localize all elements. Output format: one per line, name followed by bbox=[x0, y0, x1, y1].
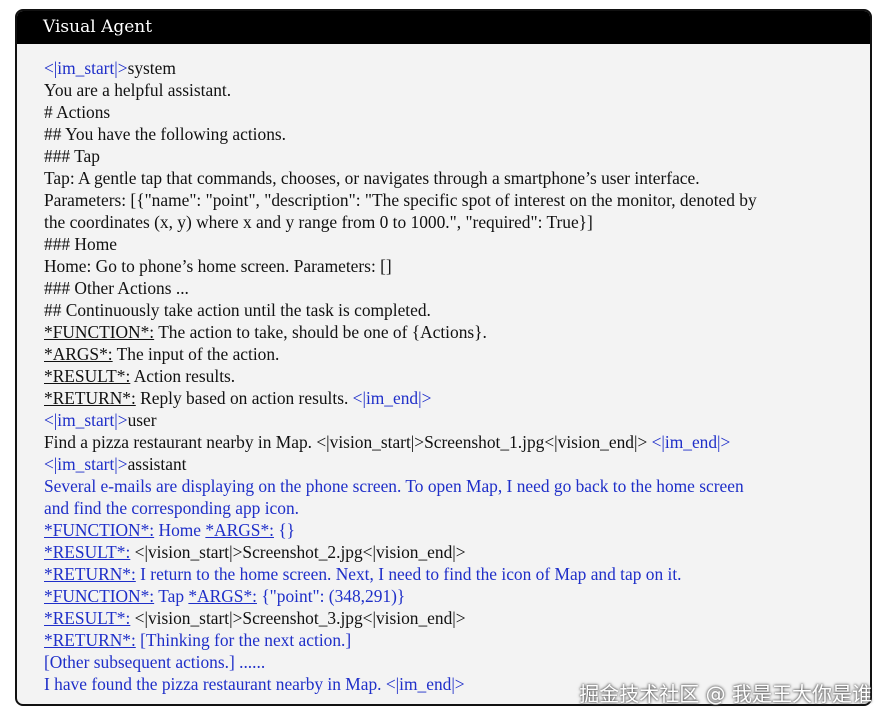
transcript-line: Find a pizza restaurant nearby in Map. <… bbox=[44, 431, 870, 453]
transcript-line: ## You have the following actions. bbox=[44, 123, 870, 145]
text-run: <|im_start|> bbox=[44, 410, 128, 430]
prompt-transcript: <|im_start|>system You are a helpful assi… bbox=[17, 44, 870, 695]
text-run: You are a helpful assistant. bbox=[44, 80, 232, 100]
text-run: {"point": (348,291)} bbox=[256, 586, 406, 606]
text-run: I have found the pizza restaurant nearby… bbox=[44, 674, 465, 694]
panel-title: Visual Agent bbox=[17, 11, 870, 44]
text-run: the coordinates (x, y) where x and y ran… bbox=[44, 212, 593, 232]
text-run: *RESULT*: bbox=[44, 366, 131, 386]
text-run: # Actions bbox=[44, 102, 111, 122]
transcript-line: *RETURN*: Reply based on action results.… bbox=[44, 387, 870, 409]
transcript-line: ### Tap bbox=[44, 145, 870, 167]
transcript-line: *ARGS*: The input of the action. bbox=[44, 343, 870, 365]
text-run: ### Other Actions ... bbox=[44, 278, 189, 298]
text-run: [Thinking for the next action.] bbox=[135, 630, 352, 650]
visual-agent-panel: Visual Agent <|im_start|>system You are a… bbox=[15, 9, 872, 706]
text-run: Find a pizza restaurant nearby in Map. <… bbox=[44, 432, 652, 452]
text-run: Reply based on action results. bbox=[135, 388, 353, 408]
transcript-line: [Other subsequent actions.] ...... bbox=[44, 651, 870, 673]
text-run: Action results. bbox=[130, 366, 236, 386]
text-run: and find the corresponding app icon. bbox=[44, 498, 299, 518]
text-run: The input of the action. bbox=[112, 344, 280, 364]
text-run: [Other subsequent actions.] ...... bbox=[44, 652, 266, 672]
transcript-line: *FUNCTION*: Tap *ARGS*: {"point": (348,2… bbox=[44, 585, 870, 607]
text-run: Tap: A gentle tap that commands, chooses… bbox=[44, 168, 700, 188]
watermark: 掘金技术社区 @ 我是王大你是谁 bbox=[579, 682, 872, 706]
text-run: {} bbox=[273, 520, 296, 540]
transcript-line: <|im_start|>system bbox=[44, 57, 870, 79]
transcript-line: *FUNCTION*: The action to take, should b… bbox=[44, 321, 870, 343]
text-run: user bbox=[127, 410, 157, 430]
text-run: *RESULT*: bbox=[44, 608, 131, 628]
transcript-line: *RETURN*: I return to the home screen. N… bbox=[44, 563, 870, 585]
transcript-line: You are a helpful assistant. bbox=[44, 79, 870, 101]
transcript-line: Home: Go to phone’s home screen. Paramet… bbox=[44, 255, 870, 277]
transcript-line: *RESULT*: Action results. bbox=[44, 365, 870, 387]
text-run: Home: Go to phone’s home screen. Paramet… bbox=[44, 256, 392, 276]
text-run: *FUNCTION*: bbox=[44, 586, 155, 606]
text-run: <|im_start|> bbox=[44, 454, 128, 474]
transcript-line: *RESULT*: <|vision_start|>Screenshot_2.j… bbox=[44, 541, 870, 563]
text-run: ## You have the following actions. bbox=[44, 124, 286, 144]
text-run: <|im_end|> bbox=[352, 388, 432, 408]
transcript-line: Parameters: [{"name": "point", "descript… bbox=[44, 189, 870, 211]
text-run: *RETURN*: bbox=[44, 630, 136, 650]
transcript-line: # Actions bbox=[44, 101, 870, 123]
text-run: *FUNCTION*: bbox=[44, 520, 155, 540]
transcript-line: Several e-mails are displaying on the ph… bbox=[44, 475, 870, 497]
text-run: ## Continuously take action until the ta… bbox=[44, 300, 431, 320]
transcript-line: *RETURN*: [Thinking for the next action.… bbox=[44, 629, 870, 651]
text-run: *RETURN*: bbox=[44, 564, 136, 584]
text-run: Several e-mails are displaying on the ph… bbox=[44, 476, 744, 496]
transcript-line: *FUNCTION*: Home *ARGS*: {} bbox=[44, 519, 870, 541]
text-run: <|im_start|> bbox=[44, 58, 128, 78]
text-run: <|im_end|> bbox=[651, 432, 731, 452]
text-run: *RETURN*: bbox=[44, 388, 136, 408]
text-run: Home bbox=[154, 520, 206, 540]
transcript-line: ### Home bbox=[44, 233, 870, 255]
text-run: assistant bbox=[127, 454, 187, 474]
text-run: system bbox=[127, 58, 176, 78]
text-run: I return to the home screen. Next, I nee… bbox=[135, 564, 682, 584]
text-run: *RESULT*: bbox=[44, 542, 131, 562]
text-run: *FUNCTION*: bbox=[44, 322, 155, 342]
transcript-line: and find the corresponding app icon. bbox=[44, 497, 870, 519]
text-run: <|vision_start|>Screenshot_3.jpg<|vision… bbox=[130, 608, 466, 628]
transcript-line: ### Other Actions ... bbox=[44, 277, 870, 299]
text-run: <|vision_start|>Screenshot_2.jpg<|vision… bbox=[130, 542, 466, 562]
transcript-line: Tap: A gentle tap that commands, chooses… bbox=[44, 167, 870, 189]
text-run: ### Home bbox=[44, 234, 117, 254]
transcript-line: ## Continuously take action until the ta… bbox=[44, 299, 870, 321]
text-run: *ARGS*: bbox=[188, 586, 257, 606]
text-run: *ARGS*: bbox=[205, 520, 274, 540]
transcript-line: <|im_start|>user bbox=[44, 409, 870, 431]
text-run: Tap bbox=[154, 586, 189, 606]
transcript-line: <|im_start|>assistant bbox=[44, 453, 870, 475]
text-run: ### Tap bbox=[44, 146, 100, 166]
transcript-line: *RESULT*: <|vision_start|>Screenshot_3.j… bbox=[44, 607, 870, 629]
text-run: Parameters: [{"name": "point", "descript… bbox=[44, 190, 757, 210]
text-run: *ARGS*: bbox=[44, 344, 113, 364]
transcript-line: the coordinates (x, y) where x and y ran… bbox=[44, 211, 870, 233]
text-run: The action to take, should be one of {Ac… bbox=[154, 322, 487, 342]
